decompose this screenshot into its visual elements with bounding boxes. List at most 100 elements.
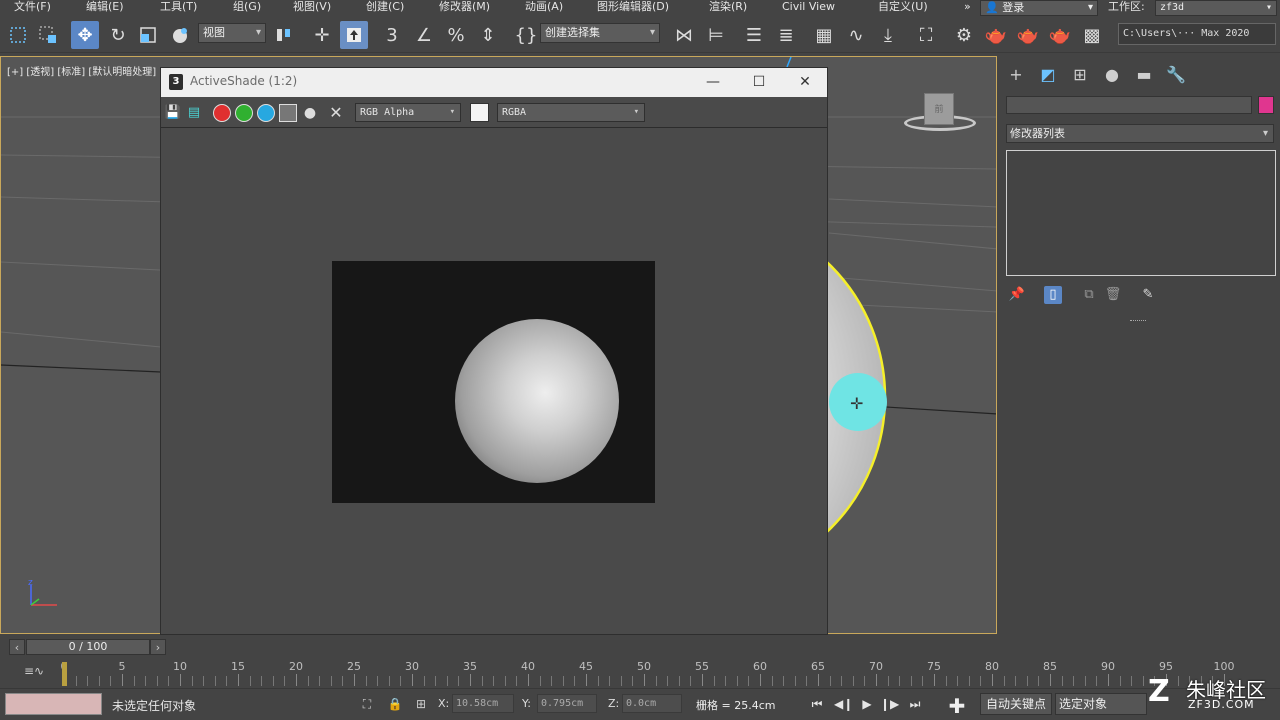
utilities-tab-icon[interactable]: 🔧 — [1165, 64, 1187, 86]
minimize-icon[interactable]: — — [703, 72, 723, 92]
modifier-stack[interactable] — [1006, 150, 1276, 276]
rendered-frame-window-icon[interactable]: 🫖 — [1014, 21, 1042, 49]
curve-editor-mini-icon[interactable]: ≡∿ — [24, 664, 44, 678]
object-color-swatch[interactable] — [1258, 96, 1274, 114]
select-scale-icon[interactable] — [134, 21, 162, 49]
menu-file[interactable]: 文件(F) — [14, 0, 51, 16]
maximize-icon[interactable]: ☐ — [749, 72, 769, 92]
pivot-center-icon[interactable] — [270, 21, 298, 49]
x-coord-field[interactable]: 10.58cm — [452, 694, 514, 713]
red-channel-icon[interactable] — [213, 104, 231, 122]
hierarchy-tab-icon[interactable]: ⊞ — [1069, 64, 1091, 86]
maxscript-listener[interactable] — [5, 693, 102, 715]
menu-customize[interactable]: 自定义(U) — [878, 0, 928, 16]
background-color-swatch[interactable] — [470, 103, 489, 122]
menu-create[interactable]: 创建(C) — [366, 0, 404, 16]
project-folder-path[interactable]: C:\Users\··· Max 2020 — [1118, 23, 1276, 45]
viewcube[interactable]: 前 — [904, 91, 976, 137]
clear-icon[interactable]: ✕ — [327, 104, 345, 122]
menu-animation[interactable]: 动画(A) — [525, 0, 563, 16]
dope-sheet-icon[interactable]: ⤓ — [874, 21, 902, 49]
ribbon-icon[interactable]: ▦ — [810, 21, 838, 49]
activeshade-titlebar[interactable]: 3 ActiveShade (1:2) — ☐ ✕ — [161, 68, 827, 97]
scene-explorer-icon[interactable]: ☰ — [740, 21, 768, 49]
menu-edit[interactable]: 编辑(E) — [86, 0, 124, 16]
monochrome-icon[interactable]: ● — [301, 104, 319, 122]
select-region-icon[interactable] — [4, 21, 32, 49]
menu-rendering[interactable]: 渲染(R) — [709, 0, 747, 16]
angle-snap-icon[interactable]: ∠ — [410, 21, 438, 49]
green-channel-icon[interactable] — [235, 104, 253, 122]
isolate-selection-icon[interactable]: ⛶ — [358, 695, 376, 713]
menu-civil-view[interactable]: Civil View — [782, 0, 835, 16]
snap-3-icon[interactable]: 3 — [378, 21, 406, 49]
prev-frame-icon[interactable]: ‹ — [9, 639, 25, 655]
menu-overflow-icon[interactable]: » — [964, 0, 971, 16]
object-name-field[interactable] — [1006, 96, 1252, 114]
schematic-view-icon[interactable]: ⛶ — [912, 21, 940, 49]
login-dropdown[interactable]: 👤 登录 ▾ — [980, 0, 1098, 16]
manipulate-icon[interactable]: ✛ — [308, 21, 336, 49]
named-selection-dropdown[interactable]: 创建选择集 — [540, 23, 660, 43]
window-crossing-icon[interactable] — [34, 21, 62, 49]
layer-explorer-icon[interactable]: ≣ — [772, 21, 800, 49]
menu-tools[interactable]: 工具(T) — [160, 0, 197, 16]
blue-channel-icon[interactable] — [257, 104, 275, 122]
display-mode-dropdown[interactable]: RGBA — [497, 103, 645, 122]
menu-graph-editors[interactable]: 图形编辑器(D) — [597, 0, 669, 16]
display-tab-icon[interactable]: ▬ — [1133, 64, 1155, 86]
edit-named-selection-icon[interactable]: {} — [512, 21, 540, 49]
track-bar[interactable]: ≡∿ 0510152025303540455055606570758085909… — [0, 658, 1280, 688]
go-to-end-icon[interactable]: ⏭ — [906, 695, 924, 713]
align-icon[interactable]: ⊨ — [702, 21, 730, 49]
time-slider[interactable]: 0 / 100 — [26, 639, 150, 655]
mirror-icon[interactable]: ⋈ — [670, 21, 698, 49]
motion-tab-icon[interactable]: ● — [1101, 64, 1123, 86]
make-unique-icon[interactable]: ⧉ — [1080, 286, 1098, 304]
y-coord-field[interactable]: 0.795cm — [537, 694, 597, 713]
next-key-icon[interactable]: ❙▶ — [880, 695, 899, 713]
copy-image-icon[interactable]: ▤ — [185, 104, 203, 122]
time-cursor[interactable] — [62, 662, 67, 686]
reference-coord-dropdown[interactable]: 视图 — [198, 23, 266, 43]
render-in-cloud-icon[interactable]: ▩ — [1078, 21, 1106, 49]
set-key-icon[interactable]: ✚ — [942, 693, 972, 719]
alpha-channel-icon[interactable] — [279, 104, 297, 122]
prev-key-icon[interactable]: ◀❙ — [834, 695, 853, 713]
keyboard-shortcut-override-icon[interactable] — [340, 21, 368, 49]
next-frame-icon[interactable]: › — [150, 639, 166, 655]
material-editor-icon[interactable]: ⚙ — [950, 21, 978, 49]
close-icon[interactable]: ✕ — [795, 72, 815, 92]
pin-stack-icon[interactable]: 📌 — [1008, 286, 1026, 304]
create-tab-icon[interactable]: + — [1005, 64, 1027, 86]
spinner-snap-icon[interactable]: ⇕ — [474, 21, 502, 49]
modify-tab-icon[interactable]: ◩ — [1037, 64, 1059, 86]
play-icon[interactable]: ▶ — [858, 695, 876, 713]
save-image-icon[interactable]: 💾 — [164, 104, 182, 122]
select-move-icon[interactable]: ✥ — [71, 21, 99, 49]
workspace-select[interactable]: zf3d ▾ — [1155, 0, 1277, 16]
select-rotate-icon[interactable]: ↻ — [104, 21, 132, 49]
z-coord-field[interactable]: 0.0cm — [622, 694, 682, 713]
render-production-icon[interactable]: 🫖 — [1046, 21, 1074, 49]
remove-modifier-icon[interactable]: 🗑 — [1104, 286, 1122, 304]
menu-views[interactable]: 视图(V) — [293, 0, 331, 16]
absolute-mode-icon[interactable]: ⊞ — [412, 695, 430, 713]
menu-group[interactable]: 组(G) — [233, 0, 261, 16]
lock-selection-icon[interactable]: 🔒 — [386, 695, 404, 713]
configure-modifier-sets-icon[interactable]: ✎ — [1139, 286, 1157, 304]
go-to-start-icon[interactable]: ⏮ — [808, 695, 826, 713]
channel-display-dropdown[interactable]: RGB Alpha — [355, 103, 461, 122]
activeshade-window[interactable]: 3 ActiveShade (1:2) — ☐ ✕ 💾 ▤ ● ✕ RGB Al… — [160, 67, 828, 635]
auto-key-button[interactable]: 自动关键点 — [980, 693, 1052, 715]
menu-modifiers[interactable]: 修改器(M) — [439, 0, 490, 16]
render-setup-icon[interactable]: 🫖 — [982, 21, 1010, 49]
selected-object-dropdown[interactable]: 选定对象 — [1055, 693, 1147, 715]
modifier-list-dropdown[interactable]: 修改器列表 — [1006, 124, 1274, 143]
show-end-result-icon[interactable]: ▯ — [1044, 286, 1062, 304]
viewport-label[interactable]: [+] [透视] [标准] [默认明暗处理] — [7, 63, 156, 78]
curve-editor-icon[interactable]: ∿ — [842, 21, 870, 49]
track-tick — [122, 674, 123, 686]
percent-snap-icon[interactable]: % — [442, 21, 470, 49]
place-icon[interactable] — [166, 21, 194, 49]
